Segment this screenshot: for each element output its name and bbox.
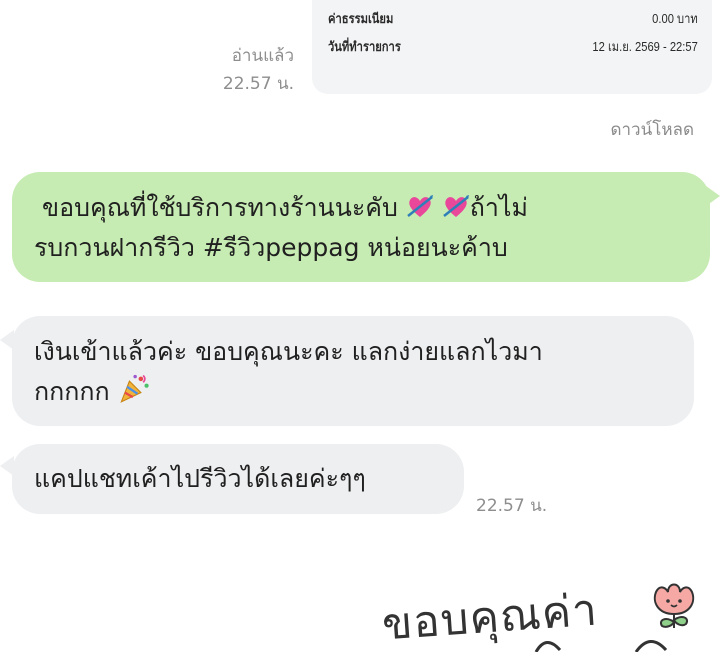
bubble-tail bbox=[0, 330, 14, 350]
read-status: อ่านแล้ว bbox=[231, 46, 294, 66]
receipt-row-fee: ค่าธรรมเนียม 0.00 บาท bbox=[328, 4, 698, 28]
message-time: 22.57 น. bbox=[476, 496, 548, 516]
message-line: ขอบคุณที่ใช้บริการทางร้านนะคับ ถ้าไม่ bbox=[42, 188, 690, 228]
receipt-label: ค่าธรรมเนียม bbox=[328, 11, 394, 26]
flower-icon bbox=[653, 583, 695, 628]
party-popper-icon bbox=[120, 374, 149, 403]
receipt-row-date: วันที่ทำรายการ 12 เม.ย. 2569 - 22:57 bbox=[328, 32, 698, 56]
receipt-value: 12 เม.ย. 2569 - 22:57 bbox=[592, 39, 698, 54]
message-text: ถ้าไม่ bbox=[469, 193, 528, 222]
message-line: กกกกก bbox=[34, 372, 674, 412]
bubble-tail bbox=[706, 186, 720, 206]
message-bubble-incoming[interactable]: แคปแชทเค้าไปรีวิวได้เลยค่ะๆๆ bbox=[12, 444, 464, 514]
download-link[interactable]: ดาวน์โหลด bbox=[610, 116, 694, 143]
message-text: ขอบคุณที่ใช้บริการทางร้านนะคับ bbox=[42, 193, 398, 222]
sticker[interactable]: ขอบคุณค่า bbox=[376, 572, 706, 652]
message-line: แคปแชทเค้าไปรีวิวได้เลยค่ะๆๆ bbox=[34, 464, 366, 493]
message-bubble-incoming[interactable]: เงินเข้าแล้วค่ะ ขอบคุณนะคะ แลกง่ายแลกไวม… bbox=[12, 316, 694, 426]
heart-with-arrow-icon bbox=[442, 195, 469, 217]
message-time: 22.57 น. bbox=[222, 74, 294, 94]
bubble-tail bbox=[0, 456, 14, 476]
message-line: เงินเข้าแล้วค่ะ ขอบคุณนะคะ แลกง่ายแลกไวม… bbox=[34, 337, 543, 366]
read-receipt: อ่านแล้ว 22.57 น. bbox=[223, 42, 294, 98]
receipt-value: 0.00 บาท bbox=[652, 11, 698, 26]
transfer-receipt-image[interactable]: ค่าธรรมเนียม 0.00 บาท วันที่ทำรายการ 12 … bbox=[312, 0, 712, 94]
sticker-decoration bbox=[534, 640, 668, 652]
message-line: รบกวนฝากรีวิว #รีวิวpeppag หน่อยนะค้าบ bbox=[34, 233, 508, 262]
heart-with-arrow-icon bbox=[407, 195, 433, 217]
message-bubble-outgoing[interactable]: ขอบคุณที่ใช้บริการทางร้านนะคับ ถ้าไม่ รบ… bbox=[12, 172, 710, 282]
receipt-label: วันที่ทำรายการ bbox=[328, 39, 401, 54]
message-text: กกกกก bbox=[34, 377, 110, 406]
